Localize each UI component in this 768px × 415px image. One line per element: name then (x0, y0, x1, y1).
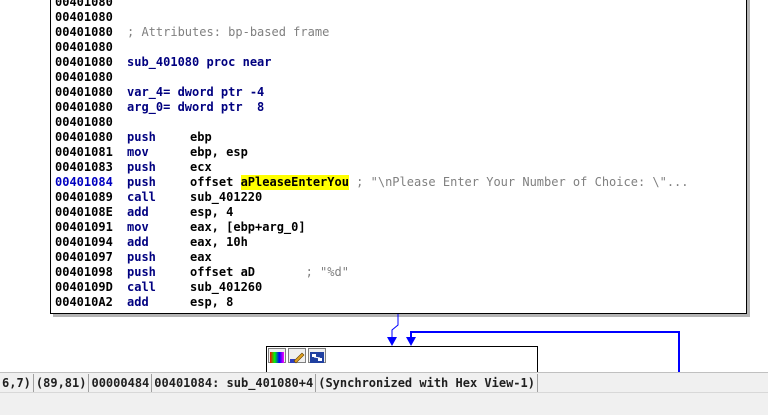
line-address: 00401080 (55, 40, 113, 54)
line-address: 00401083 (55, 160, 113, 174)
highlighted-symbol[interactable]: aPleaseEnterYou (240, 175, 349, 190)
status-bar: 6,7) (89,81) 00000484 00401084: sub_4010… (0, 372, 768, 392)
code-line[interactable]: 00401080 arg_0= dword ptr 8 (55, 100, 743, 115)
line-address: 00401080 (55, 115, 113, 129)
instruction-operands: ebp (190, 130, 212, 144)
code-line[interactable]: 00401083 push ecx (55, 160, 743, 175)
code-line[interactable]: 00401080 ; Attributes: bp-based frame (55, 25, 743, 40)
line-address: 0040109D (55, 280, 113, 294)
instruction-mnemonic: add (127, 295, 149, 309)
instruction-mnemonic: push (127, 250, 156, 264)
line-address: 00401080 (55, 130, 113, 144)
disassembly-listing: 00401080 00401080 00401080; Attributes: bp… (55, 0, 743, 310)
instruction-operands: eax, [ebp+arg_0] (190, 220, 306, 234)
line-address: 00401080 (55, 25, 113, 39)
declaration-text: arg_0= dword ptr 8 (127, 100, 265, 114)
code-line[interactable]: 00401080 (55, 70, 743, 85)
status-file-offset: 00000484 (89, 373, 153, 392)
edge-arrow-right-icon (406, 337, 416, 346)
line-comment: ; "%d" (255, 265, 349, 279)
status-location: 00401084: sub_401080+4 (152, 373, 317, 392)
instruction-mnemonic: push (127, 130, 156, 144)
code-line[interactable]: 00401080 (55, 115, 743, 130)
status-graph-coords: (89,81) (34, 373, 90, 392)
status-sync: (Synchronized with Hex View-1) (316, 373, 538, 392)
line-address: 004010A2 (55, 295, 113, 309)
code-line[interactable]: 00401080 push ebp (55, 130, 743, 145)
line-address: 00401084 (55, 175, 113, 189)
instruction-operands: eax, 10h (190, 235, 248, 249)
instruction-mnemonic: mov (127, 220, 149, 234)
function-node-sub-401080[interactable]: 00401080 00401080 00401080; Attributes: bp… (50, 0, 747, 314)
code-line[interactable]: 00401091 mov eax, [ebp+arg_0] (55, 220, 743, 235)
status-cursor: 6,7) (0, 373, 34, 392)
line-address: 00401080 (55, 0, 113, 9)
instruction-operands: offset aD (190, 265, 256, 279)
code-line[interactable]: 00401080 (55, 10, 743, 25)
instruction-mnemonic: add (127, 205, 149, 219)
instruction-operands: sub_401220 (190, 190, 263, 204)
code-line[interactable]: 0040109D call sub_401260 (55, 280, 743, 295)
line-address: 00401080 (55, 10, 113, 24)
line-address: 00401080 (55, 100, 113, 114)
line-comment: ; "\nPlease Enter Your Number of Choice:… (348, 175, 689, 189)
line-address: 00401080 (55, 85, 113, 99)
instruction-operands: offset (190, 175, 241, 189)
code-line[interactable]: 00401094 add eax, 10h (55, 235, 743, 250)
status-spacer (538, 374, 768, 392)
instruction-operands: sub_401260 (190, 280, 263, 294)
instruction-operands: esp, 8 (190, 295, 234, 309)
instruction-mnemonic: call (127, 280, 156, 294)
instruction-mnemonic: push (127, 175, 156, 189)
node-toolbar (268, 348, 326, 364)
line-address: 0040108E (55, 205, 113, 219)
line-address: 00401080 (55, 55, 113, 69)
instruction-mnemonic: add (127, 235, 149, 249)
instruction-mnemonic: mov (127, 145, 149, 159)
line-address: 00401080 (55, 70, 113, 84)
declaration-text: var_4= dword ptr -4 (127, 85, 265, 99)
instruction-mnemonic: call (127, 190, 156, 204)
code-line[interactable]: 00401098 push offset aD ; "%d" (55, 265, 743, 280)
line-address: 00401089 (55, 190, 113, 204)
instruction-operands: eax (190, 250, 212, 264)
instruction-operands: ebp, esp (190, 145, 248, 159)
code-line[interactable]: 00401080 var_4= dword ptr -4 (55, 85, 743, 100)
graph-overview-icon[interactable] (308, 348, 326, 363)
instruction-mnemonic: push (127, 160, 156, 174)
line-address: 00401098 (55, 265, 113, 279)
code-line[interactable]: 00401089 call sub_401220 (55, 190, 743, 205)
graph-view-canvas[interactable]: 00401080 00401080 00401080; Attributes: bp… (0, 0, 768, 378)
instruction-mnemonic: push (127, 265, 156, 279)
line-address: 00401097 (55, 250, 113, 264)
declaration-text: sub_401080 proc near (127, 55, 272, 69)
edge-arrow-left-icon (387, 337, 397, 346)
edit-pencil-icon[interactable] (288, 348, 306, 364)
line-address: 00401094 (55, 235, 113, 249)
instruction-operands: ecx (190, 160, 212, 174)
code-line[interactable]: 004010A2 add esp, 8 (55, 295, 743, 310)
code-line[interactable]: 00401080 (55, 40, 743, 55)
line-address: 00401081 (55, 145, 113, 159)
code-line[interactable]: 00401081 mov ebp, esp (55, 145, 743, 160)
instruction-operands: esp, 4 (190, 205, 234, 219)
line-address: 00401091 (55, 220, 113, 234)
line-comment: ; Attributes: bp-based frame (127, 25, 330, 39)
code-line[interactable]: 00401080 sub_401080 proc near (55, 55, 743, 70)
color-palette-icon[interactable] (268, 348, 286, 363)
edge-flow-left (391, 314, 399, 344)
code-line[interactable]: 0040108E add esp, 4 (55, 205, 743, 220)
code-line[interactable]: 00401097 push eax (55, 250, 743, 265)
output-panel-edge (0, 392, 768, 415)
code-line[interactable]: 00401080 (55, 0, 743, 10)
code-line[interactable]: 00401084 push offset aPleaseEnterYou ; "\n… (55, 175, 743, 190)
